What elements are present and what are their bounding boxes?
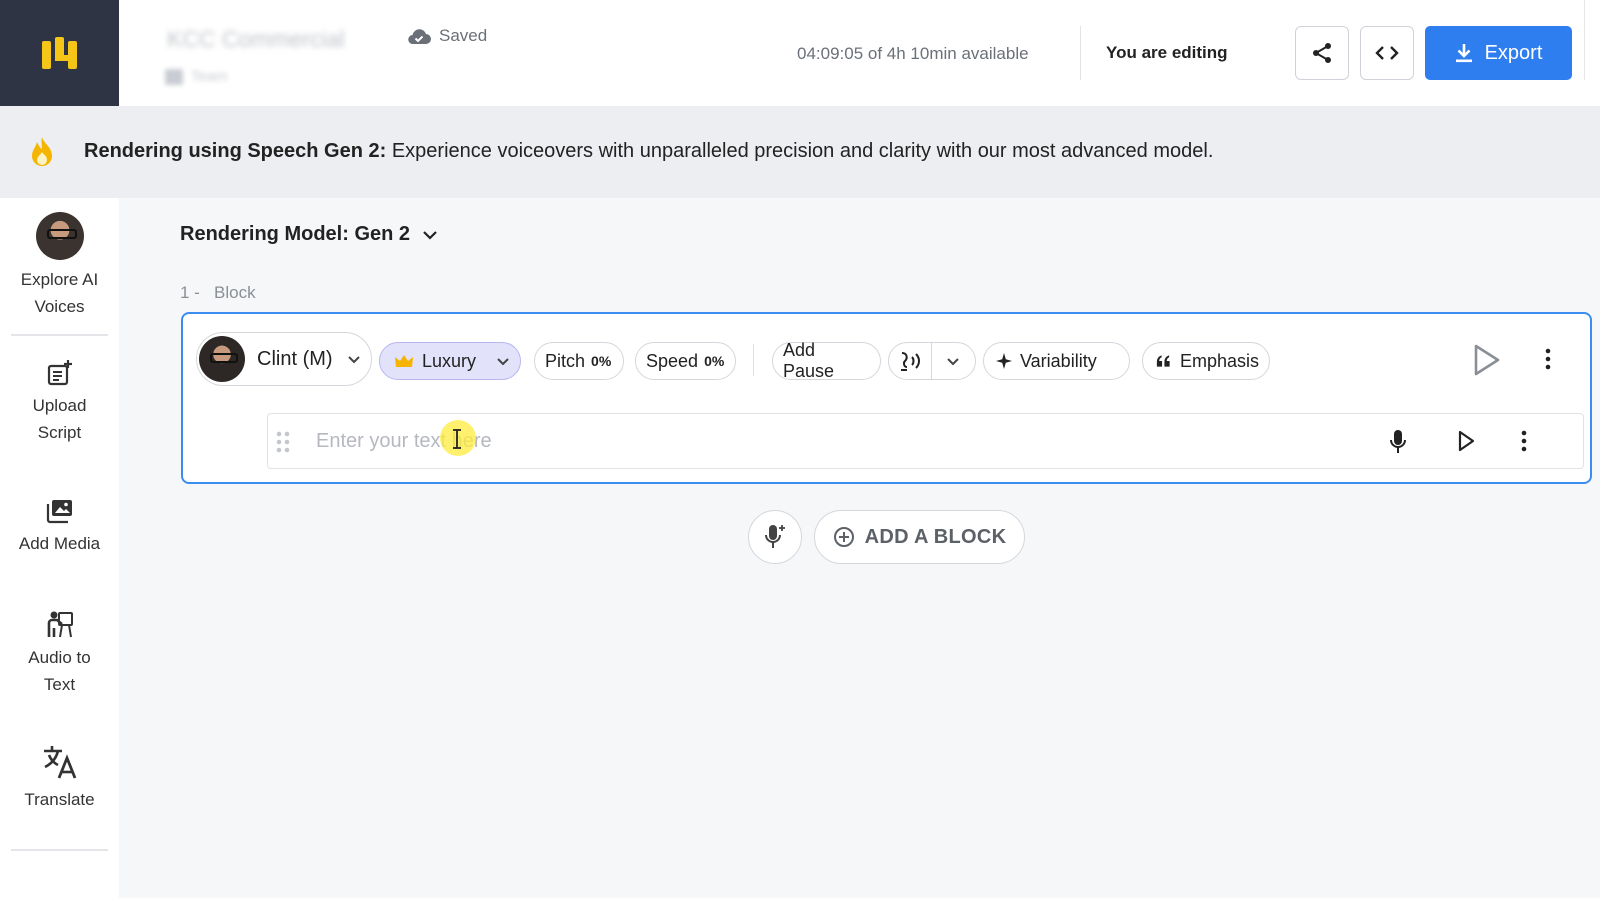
banner-bold-text: Rendering using Speech Gen 2: bbox=[84, 140, 387, 162]
home-icon bbox=[165, 68, 183, 85]
block-title: Block bbox=[214, 283, 256, 302]
sidebar-label-line2: Text bbox=[43, 675, 76, 694]
voice-avatar bbox=[199, 336, 245, 382]
upload-script-icon bbox=[47, 360, 72, 386]
text-segment-row bbox=[267, 413, 1584, 469]
export-button[interactable]: Export bbox=[1425, 26, 1572, 80]
emphasis-label: Emphasis bbox=[1179, 350, 1259, 371]
sidebar-label-line1: Audio to bbox=[28, 648, 91, 667]
top-bar: KCC Commercial Team Saved 04:09:05 of 4h… bbox=[119, 0, 1600, 106]
sparkle-icon bbox=[996, 353, 1012, 369]
share-icon bbox=[1313, 43, 1331, 63]
download-icon bbox=[1455, 44, 1472, 63]
variability-label: Variability bbox=[1020, 350, 1097, 371]
text-cursor-icon bbox=[453, 429, 461, 449]
chevron-down-icon bbox=[947, 357, 959, 365]
header-divider bbox=[1080, 26, 1081, 80]
export-label: Export bbox=[1484, 41, 1543, 64]
left-sidebar: Explore AI Voices Upload Script Add Medi… bbox=[0, 198, 119, 904]
sidebar-label-line1: Translate bbox=[24, 790, 95, 809]
block-number: 1 - bbox=[180, 283, 200, 302]
block-header: 1 - Block bbox=[180, 283, 256, 303]
emphasis-button[interactable]: Emphasis bbox=[1142, 342, 1270, 380]
sidebar-item-add-media[interactable]: Add Media bbox=[0, 498, 119, 557]
gen2-banner: Rendering using Speech Gen 2: Experience… bbox=[0, 106, 1600, 198]
embed-code-button[interactable] bbox=[1360, 26, 1414, 80]
rendering-model-dropdown[interactable]: Rendering Model: Gen 2 bbox=[180, 223, 438, 246]
record-mic-button[interactable] bbox=[1389, 429, 1407, 455]
project-breadcrumb[interactable]: Team bbox=[165, 68, 228, 85]
record-voice-button[interactable] bbox=[748, 510, 802, 564]
add-block-button[interactable]: ADD A BLOCK bbox=[814, 510, 1025, 564]
speaker-presenter-icon bbox=[47, 611, 73, 638]
flame-icon bbox=[32, 137, 52, 166]
sidebar-divider bbox=[11, 334, 108, 336]
code-icon bbox=[1375, 46, 1399, 60]
share-button[interactable] bbox=[1295, 26, 1349, 80]
speed-label: Speed bbox=[646, 350, 699, 371]
pitch-control[interactable]: Pitch 0% bbox=[534, 342, 624, 380]
sidebar-item-explore-voices[interactable]: Explore AI Voices bbox=[0, 212, 119, 320]
sidebar-label-line1: Add Media bbox=[18, 534, 101, 553]
crown-icon bbox=[395, 355, 413, 367]
bottom-edge bbox=[0, 898, 1600, 904]
voice-selector[interactable]: Clint (M) bbox=[196, 332, 372, 386]
sidebar-item-upload-script[interactable]: Upload Script bbox=[0, 360, 119, 446]
voice-style-label: Luxury bbox=[422, 350, 477, 371]
voice-effect-button[interactable] bbox=[889, 343, 931, 379]
voice-wave-icon bbox=[901, 352, 920, 371]
sidebar-label-line1: Upload bbox=[32, 396, 87, 415]
translate-icon bbox=[43, 746, 76, 779]
rendering-model-label: Rendering Model: Gen 2 bbox=[180, 223, 411, 245]
drag-handle-icon[interactable] bbox=[276, 431, 290, 453]
media-gallery-icon bbox=[46, 500, 72, 524]
project-title[interactable]: KCC Commercial bbox=[167, 26, 345, 53]
more-options-icon[interactable] bbox=[1521, 430, 1527, 452]
add-pause-button[interactable]: Add Pause bbox=[772, 340, 881, 381]
speed-control[interactable]: Speed 0% bbox=[635, 342, 736, 380]
voice-avatar bbox=[35, 212, 84, 260]
sidebar-label-line2: Script bbox=[37, 423, 82, 442]
play-block-button[interactable] bbox=[1473, 344, 1501, 376]
saved-status: Saved bbox=[407, 26, 487, 46]
editing-status: You are editing bbox=[1106, 43, 1228, 62]
pitch-value: 0% bbox=[591, 353, 612, 369]
variability-button[interactable]: Variability bbox=[983, 342, 1130, 380]
sidebar-label-line1: Explore AI bbox=[20, 270, 99, 289]
chevron-down-icon bbox=[348, 355, 360, 363]
mic-plus-icon bbox=[765, 525, 785, 548]
app-logo[interactable] bbox=[0, 0, 119, 106]
time-available: 04:09:05 of 4h 10min available bbox=[797, 44, 1029, 63]
banner-text: Rendering using Speech Gen 2: Experience… bbox=[84, 140, 1213, 163]
voice-style-dropdown[interactable]: Luxury bbox=[379, 342, 521, 380]
add-block-label: ADD A BLOCK bbox=[864, 525, 1007, 548]
voice-effect-dropdown[interactable] bbox=[932, 343, 974, 379]
add-pause-label: Add Pause bbox=[783, 340, 835, 381]
sidebar-divider bbox=[11, 849, 108, 851]
chevron-down-icon bbox=[497, 357, 509, 365]
plus-circle-icon bbox=[833, 527, 854, 547]
chevron-down-icon bbox=[423, 230, 437, 240]
speed-value: 0% bbox=[704, 353, 725, 369]
block-card: Clint (M) Luxury Pitch 0% Speed 0% Add P… bbox=[181, 312, 1592, 484]
toolbar-divider bbox=[753, 344, 754, 376]
pitch-label: Pitch bbox=[545, 350, 586, 371]
more-options-icon[interactable] bbox=[1545, 348, 1551, 370]
voice-name: Clint (M) bbox=[257, 347, 333, 370]
banner-description: Experience voiceovers with unparalleled … bbox=[386, 140, 1214, 162]
sidebar-item-translate[interactable]: Translate bbox=[0, 744, 119, 813]
voice-effect-control bbox=[888, 342, 976, 380]
quote-icon bbox=[1156, 355, 1170, 367]
saved-label: Saved bbox=[439, 26, 488, 45]
sidebar-label-line2: Voices bbox=[34, 297, 85, 316]
logo-icon bbox=[41, 37, 77, 69]
header-edge-divider bbox=[1584, 0, 1585, 80]
project-team-label: Team bbox=[191, 68, 228, 85]
cloud-check-icon bbox=[408, 29, 431, 45]
play-segment-button[interactable] bbox=[1457, 430, 1475, 452]
sidebar-item-audio-to-text[interactable]: Audio to Text bbox=[0, 610, 119, 698]
